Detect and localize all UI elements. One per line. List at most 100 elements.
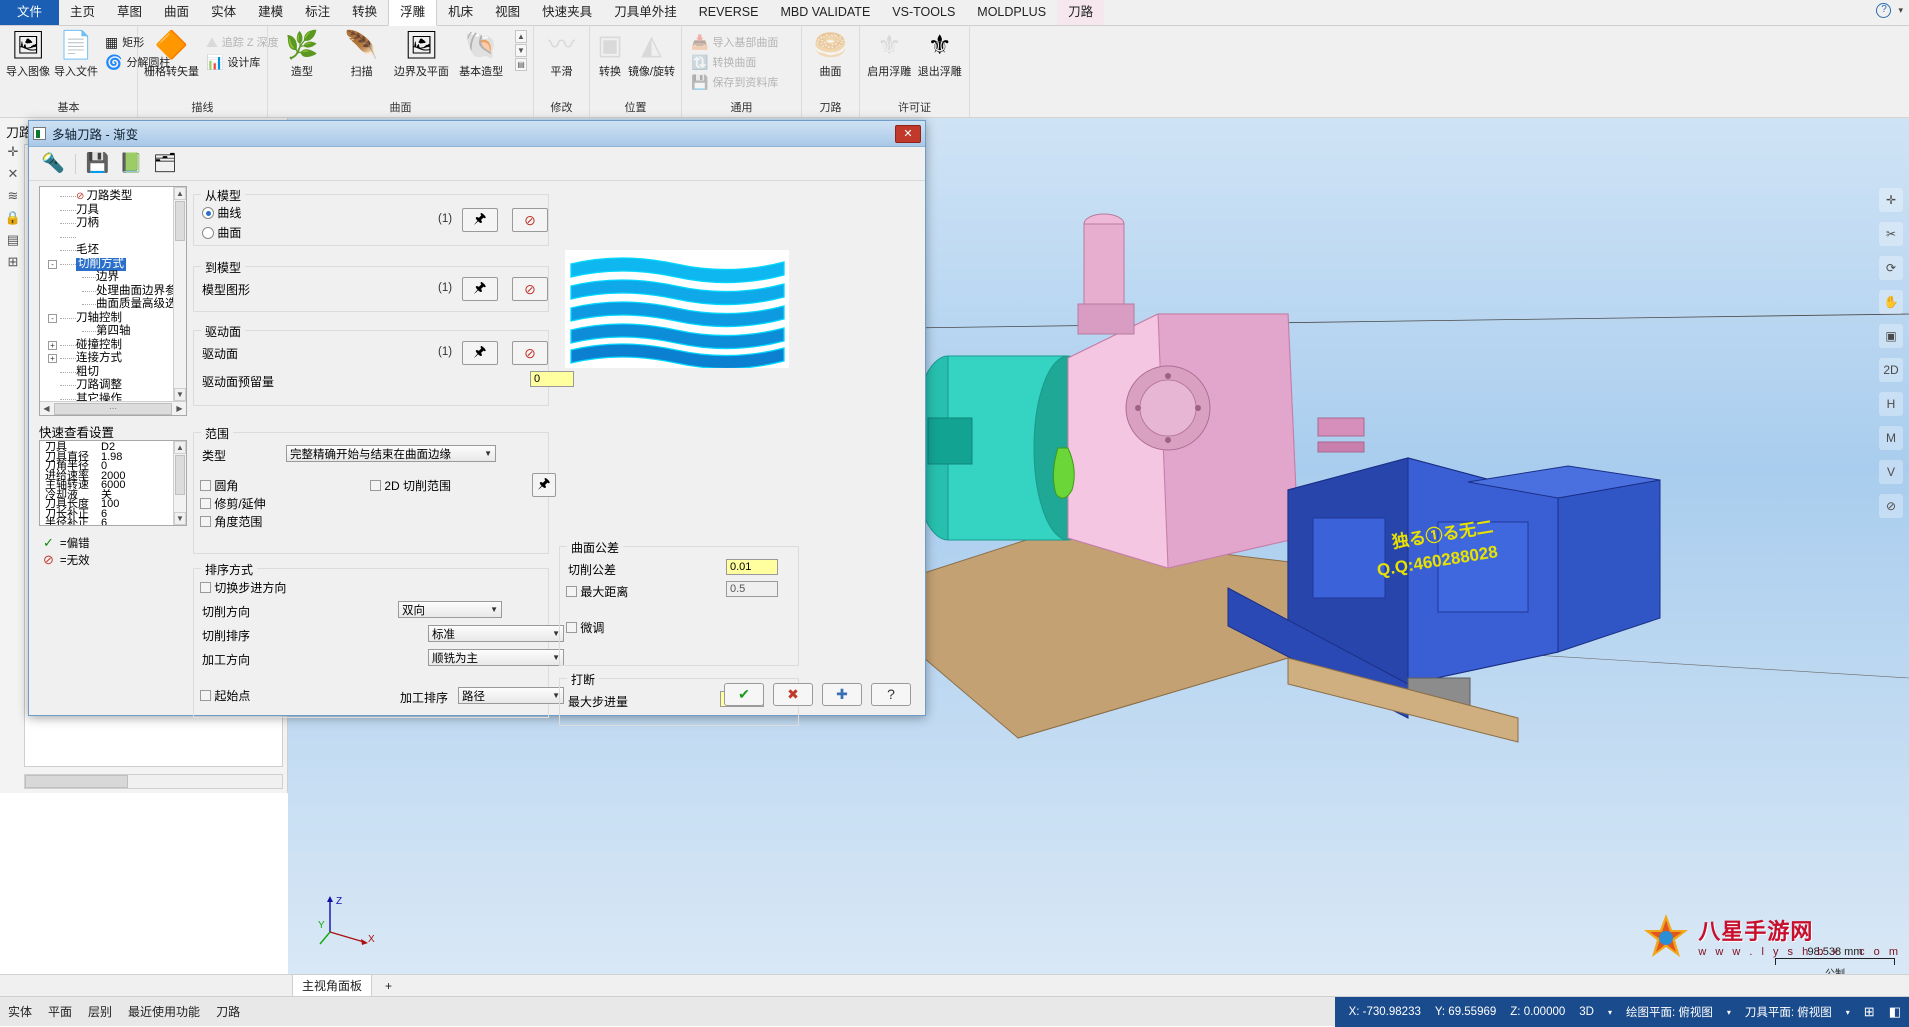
pin-icon[interactable]: ✛ — [8, 144, 19, 160]
ribbon-tab-12[interactable]: 刀具单外挂 — [603, 0, 688, 25]
cut-order-dropdown[interactable]: 标准 ▼ — [428, 625, 564, 642]
gallery-scroll-0[interactable]: ▲ — [515, 30, 527, 43]
tree-expander-icon[interactable]: - — [48, 313, 57, 323]
ribbon-tab-4[interactable]: 实体 — [200, 0, 247, 25]
ribbon-tab-6[interactable]: 标注 — [294, 0, 341, 25]
drive-surface-stock-input[interactable]: 0 — [530, 371, 574, 387]
ribbon-button-2-3[interactable]: 🐚 基本造型 — [453, 30, 509, 79]
ribbon-tab-1[interactable]: 主页 — [59, 0, 106, 25]
gear-icon[interactable]: ⊞ — [8, 254, 19, 270]
tree-node-10[interactable]: 第四轴 — [44, 325, 173, 339]
scroll-left-arrow-icon[interactable]: ◀ — [40, 404, 53, 413]
forbidden-icon[interactable]: ⊘ — [1879, 494, 1903, 518]
to-model-clear-button[interactable]: ⊘ — [512, 277, 548, 301]
checkbox-max-distance-icon[interactable] — [566, 586, 577, 597]
save-as-icon[interactable]: 📗 — [119, 154, 143, 173]
tree-vscrollbar[interactable]: ▲ ▼ — [173, 187, 186, 401]
cancel-button[interactable]: ✖ — [773, 682, 813, 706]
checkbox-angle-icon[interactable] — [200, 516, 211, 527]
ribbon-tab-5[interactable]: 建模 — [247, 0, 294, 25]
ribbon-tab-14[interactable]: MBD VALIDATE — [769, 0, 881, 25]
range-type-dropdown[interactable]: 完整精确开始与结束在曲面边缘 ▼ — [286, 445, 496, 462]
new-folder-icon[interactable]: 🗂 — [153, 154, 177, 173]
tree-node-1[interactable]: 刀具 — [44, 204, 173, 218]
checkbox-fine-tune-icon[interactable] — [566, 622, 577, 633]
multiaxis-toolpath-dialog[interactable]: 多轴刀路 - 渐变 ✕ 🔦 💾 📗 🗂 ⊘ 刀路类型 刀具 刀柄 毛坯 - 切削方式 边界 处理… — [28, 120, 926, 726]
tree-node-5[interactable]: - 切削方式 — [44, 257, 173, 271]
dialog-close-button[interactable]: ✕ — [895, 124, 921, 143]
dialog-titlebar[interactable]: 多轴刀路 - 渐变 ✕ — [29, 121, 925, 147]
square-icon[interactable]: ▣ — [1879, 324, 1903, 348]
ribbon-button-2-2[interactable]: 🖼 边界及平面 — [394, 30, 450, 79]
scroll-down-arrow-icon-2[interactable]: ▼ — [174, 512, 186, 525]
scrollbar-thumb[interactable] — [25, 775, 128, 788]
quickview-vscrollbar[interactable]: ▲ ▼ — [173, 441, 186, 525]
statusbar-construction-plane[interactable]: 绘图平面: 俯视图 — [1626, 1004, 1713, 1020]
tree-node-4[interactable]: 毛坯 — [44, 244, 173, 258]
cut-tolerance-input[interactable]: 0.01 — [726, 559, 778, 575]
gallery-scroll-1[interactable]: ▼ — [515, 44, 527, 57]
machining-direction-dropdown[interactable]: 顺铣为主 ▼ — [428, 649, 564, 666]
m-icon[interactable]: M — [1879, 426, 1903, 450]
from-model-radio-curve[interactable]: 曲线 — [202, 204, 241, 221]
statusbar-tool-plane[interactable]: 刀具平面: 俯视图 — [1745, 1004, 1832, 1020]
statusbar-item-2[interactable]: 层别 — [88, 1003, 112, 1020]
tree-node-2[interactable]: 刀柄 — [44, 217, 173, 231]
range-fillet-checkbox[interactable]: 圆角 — [200, 477, 238, 494]
scissors-icon[interactable]: ✂ — [1879, 222, 1903, 246]
help-icon[interactable]: ? — [1876, 3, 1892, 18]
ribbon-tab-0[interactable]: 文件 — [0, 0, 60, 25]
tree-expander-icon[interactable]: - — [48, 259, 57, 269]
ok-button[interactable]: ✔ — [724, 682, 764, 706]
ribbon-button-2-0[interactable]: 🌿 造型 — [274, 30, 330, 79]
plus-icon[interactable]: ✛ — [1879, 188, 1903, 212]
tree-node-6[interactable]: 边界 — [44, 271, 173, 285]
tree-node-14[interactable]: 刀路调整 — [44, 379, 173, 393]
2d-icon[interactable]: 2D — [1879, 358, 1903, 382]
viewport-right-toolbar[interactable]: ✛ ✂ ⟳ ✋ ▣ 2D H M V ⊘ — [1877, 188, 1905, 518]
range-trim-extend-checkbox[interactable]: 修剪/延伸 — [200, 495, 266, 512]
drive-surface-clear-button[interactable]: ⊘ — [512, 341, 548, 365]
radio-surface-icon[interactable] — [202, 227, 214, 239]
lock-icon[interactable]: 🔒 — [5, 210, 21, 226]
gallery-scroll-buttons[interactable]: ▲ ▼ ▤ — [515, 30, 527, 71]
checkbox-fillet-icon[interactable] — [200, 480, 211, 491]
scrollbar-thumb[interactable] — [175, 201, 185, 241]
folder-icon[interactable]: ▤ — [7, 232, 19, 248]
to-model-pick-button[interactable]: 🖈 — [462, 277, 498, 301]
ribbon-button-7-1[interactable]: ⚜ 退出浮雕 — [917, 30, 964, 79]
ribbon-tab-8[interactable]: 浮雕 — [388, 0, 438, 26]
statusbar-item-0[interactable]: 实体 — [8, 1003, 32, 1020]
close-icon[interactable]: ✕ — [8, 166, 19, 182]
sheet-tab-1[interactable]: + — [376, 977, 401, 995]
range-pick-button[interactable]: 🖈 — [532, 473, 556, 497]
ribbon-tab-16[interactable]: MOLDPLUS — [966, 0, 1057, 25]
scroll-up-arrow-icon[interactable]: ▲ — [174, 187, 186, 200]
radio-curve-icon[interactable] — [202, 207, 214, 219]
chevron-down-icon-status[interactable]: ▾ — [1846, 1008, 1850, 1017]
help-button[interactable]: ? — [871, 682, 911, 706]
ribbon-tab-3[interactable]: 曲面 — [153, 0, 200, 25]
tree-node-11[interactable]: + 碰撞控制 — [44, 339, 173, 353]
checkbox-switch-step-icon[interactable] — [200, 582, 211, 593]
ribbon-tab-15[interactable]: VS-TOOLS — [881, 0, 966, 25]
tree-node-8[interactable]: 曲面质量高级选 — [44, 298, 177, 312]
windows-grid-icon[interactable]: ⊞ — [1864, 1004, 1875, 1020]
ribbon-tab-7[interactable]: 转换 — [341, 0, 388, 25]
rotate-icon[interactable]: ⟳ — [1879, 256, 1903, 280]
statusbar-item-1[interactable]: 平面 — [48, 1003, 72, 1020]
tree-expander-icon[interactable]: + — [48, 354, 57, 364]
range-2d-cut-checkbox[interactable]: 2D 切削范围 — [370, 477, 451, 494]
statusbar-item-4[interactable]: 刀路 — [216, 1003, 240, 1020]
statusbar-item-3[interactable]: 最近使用功能 — [128, 1003, 200, 1020]
quickview-panel[interactable]: 刀具 D2 刀具直径 1.98 刀角半径 0 进给速率 2000 主轴转速 6000 冷却液关刀具长… — [39, 440, 187, 526]
scrollbar-thumb-2[interactable] — [175, 455, 185, 495]
from-model-clear-button[interactable]: ⊘ — [512, 208, 548, 232]
max-distance-input[interactable]: 0.5 — [726, 581, 778, 597]
dialog-parameter-tree[interactable]: ⊘ 刀路类型 刀具 刀柄 毛坯 - 切削方式 边界 处理曲面边界参 曲面质量高级选 - 刀轴控制 第四轴… — [40, 187, 177, 405]
left-dock-hscrollbar[interactable] — [24, 774, 283, 789]
tree-node-0[interactable]: ⊘ 刀路类型 — [44, 190, 173, 204]
ribbon-tab-2[interactable]: 草图 — [106, 0, 153, 25]
scroll-right-arrow-icon[interactable]: ▶ — [173, 404, 186, 413]
range-angle-checkbox[interactable]: 角度范围 — [200, 513, 262, 530]
